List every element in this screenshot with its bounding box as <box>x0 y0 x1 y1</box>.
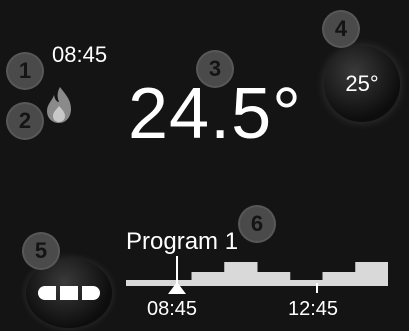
program-title: Program 1 <box>126 228 239 255</box>
callout-badge-6: 6 <box>238 205 276 243</box>
timeline-block <box>322 272 356 286</box>
timeline-block <box>355 262 389 286</box>
callout-badge-1: 1 <box>6 52 44 90</box>
timeline-tick-mark <box>316 283 318 293</box>
segmented-bar-icon <box>60 286 78 300</box>
timeline-block <box>224 262 258 286</box>
setpoint-button[interactable]: 25° <box>324 46 400 122</box>
timeline-tick-label: 12:45 <box>288 298 339 320</box>
callout-badge-3: 3 <box>196 50 234 88</box>
callout-badge-5: 5 <box>22 232 60 270</box>
timeline-block <box>191 272 225 286</box>
segmented-bar-icon <box>82 286 100 300</box>
current-temperature: 24.5° <box>128 74 302 154</box>
callout-badge-2: 2 <box>6 102 44 140</box>
callout-badge-4: 4 <box>322 10 360 48</box>
thermostat-screen: 08:45 24.5° 25° Program 1 08:45 12:45 1 … <box>0 0 409 331</box>
timeline-block <box>257 272 291 286</box>
clock-time: 08:45 <box>52 42 108 67</box>
segmented-bar-icon <box>38 286 56 300</box>
program-timeline <box>126 256 389 291</box>
setpoint-label: 25° <box>345 71 379 96</box>
timeline-block <box>289 280 323 286</box>
timeline-block <box>126 280 160 286</box>
timeline-current-time: 08:45 <box>147 298 198 320</box>
flame-icon <box>46 86 72 129</box>
triangle-up-icon <box>168 281 186 299</box>
program-timeline-chart <box>126 256 389 286</box>
